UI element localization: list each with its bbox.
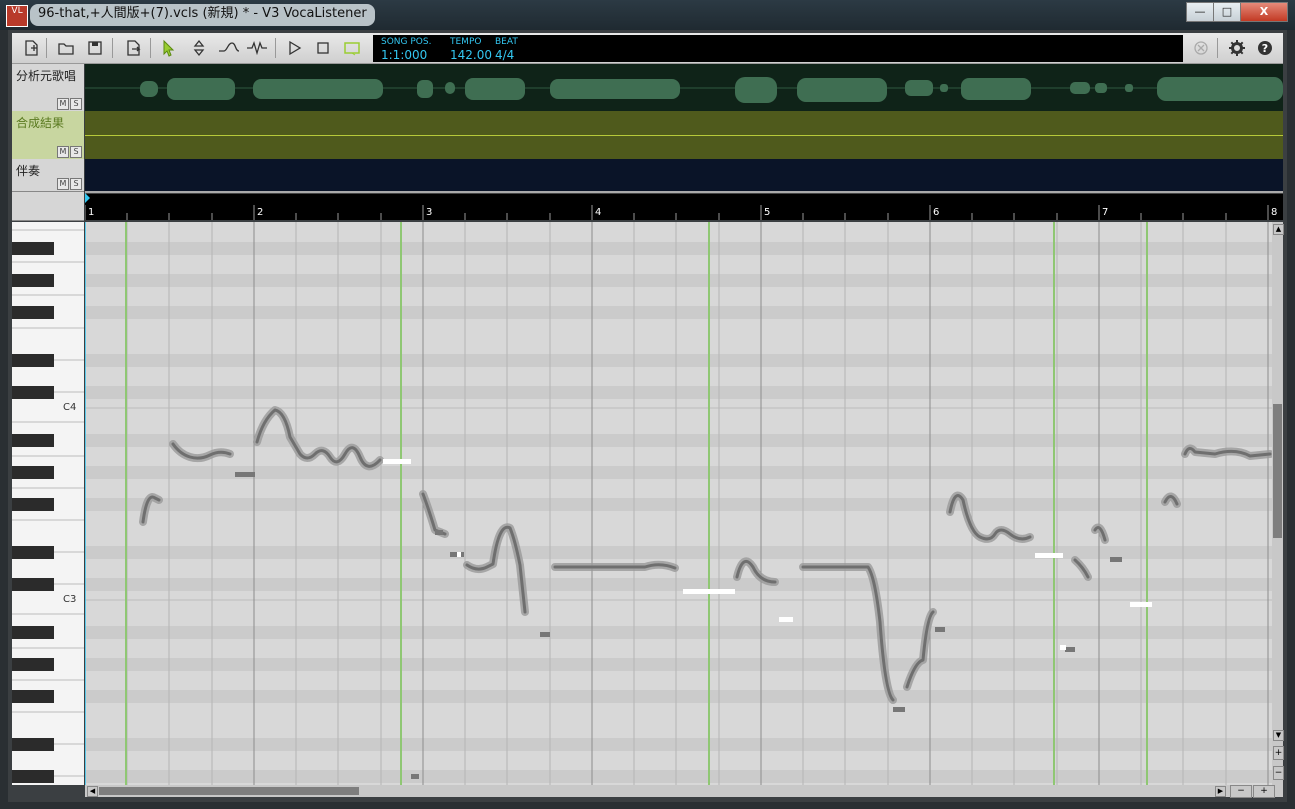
- track-header-analysis[interactable]: 分析元歌唱 M S: [12, 64, 84, 112]
- pitch-updown-icon: [193, 39, 205, 57]
- export-icon: [127, 40, 141, 56]
- maximize-icon: □: [1221, 5, 1233, 18]
- new-file-button[interactable]: [20, 38, 42, 58]
- app-logo-icon[interactable]: VL: [6, 5, 28, 27]
- toolbar-separator: [46, 38, 47, 58]
- track-lane-analysis[interactable]: [85, 64, 1283, 111]
- bar-number: 3: [426, 207, 433, 218]
- cancel-button[interactable]: [1190, 38, 1212, 58]
- tempo-label: TEMPO: [450, 37, 482, 47]
- track-lane-synthesis[interactable]: [85, 111, 1283, 159]
- toolbar-separator: [275, 38, 276, 58]
- bar-number: 2: [257, 207, 264, 218]
- horizontal-scroll-thumb[interactable]: [99, 787, 359, 795]
- stop-button[interactable]: [312, 38, 334, 58]
- bar-number: 6: [933, 207, 940, 218]
- tempo-value: 142.00: [450, 48, 492, 62]
- vibrato-icon: [247, 41, 267, 56]
- song-pos-label: SONG POS.: [381, 37, 432, 47]
- scroll-left-arrow-icon[interactable]: ◀: [87, 786, 98, 797]
- select-arrow-icon: [163, 39, 175, 57]
- note-label-c3: C3: [63, 594, 77, 605]
- open-folder-button[interactable]: [55, 38, 77, 58]
- gear-icon: [1229, 40, 1245, 56]
- toolbar-separator: [112, 38, 113, 58]
- piano-roll-canvas: [85, 222, 1272, 785]
- track-name: 伴奏: [16, 164, 41, 178]
- vertical-scrollbar[interactable]: ▲ ▼ + −: [1272, 222, 1284, 785]
- save-icon: [88, 41, 102, 55]
- toolbar-separator: [1217, 38, 1218, 58]
- curve-icon: [219, 42, 240, 52]
- mute-button[interactable]: M: [57, 178, 69, 190]
- scroll-up-arrow-icon[interactable]: ▲: [1273, 224, 1284, 235]
- solo-button[interactable]: S: [70, 178, 82, 190]
- cancel-circle-icon: [1194, 41, 1208, 55]
- toolbar-separator: [150, 38, 151, 58]
- song-pos-value: 1:1:000: [381, 48, 428, 62]
- stop-icon: [317, 42, 329, 54]
- bar-number: 1: [88, 207, 95, 218]
- bar-number: 7: [1102, 207, 1109, 218]
- help-button[interactable]: ?: [1254, 38, 1276, 58]
- timeline-ruler[interactable]: 1 2 3 4 5 6 7 8: [85, 193, 1283, 220]
- track-lane-accompaniment[interactable]: [85, 159, 1283, 193]
- select-tool-button[interactable]: [158, 38, 180, 58]
- app-icon-text: VL: [11, 6, 23, 16]
- beat-label: BEAT: [495, 37, 518, 47]
- help-icon: ?: [1258, 41, 1272, 55]
- curve-tool-button[interactable]: [218, 38, 240, 58]
- track-header-accompaniment[interactable]: 伴奏 M S: [12, 159, 84, 192]
- minimize-button[interactable]: —: [1186, 2, 1214, 22]
- scroll-down-arrow-icon[interactable]: ▼: [1273, 730, 1284, 741]
- loop-icon: [344, 42, 360, 56]
- scroll-right-arrow-icon[interactable]: ▶: [1215, 786, 1226, 797]
- track-name: 合成結果: [16, 116, 65, 130]
- solo-button[interactable]: S: [70, 98, 82, 110]
- horizontal-scrollbar[interactable]: ◀ ▶ − +: [85, 785, 1283, 798]
- ruler-header: [12, 192, 84, 221]
- open-folder-icon: [58, 43, 74, 55]
- maximize-button[interactable]: □: [1213, 2, 1241, 22]
- save-button[interactable]: [84, 38, 106, 58]
- export-button[interactable]: [122, 38, 144, 58]
- close-button[interactable]: X: [1240, 2, 1288, 22]
- mute-button[interactable]: M: [57, 146, 69, 158]
- bar-number: 8: [1271, 207, 1278, 218]
- play-button[interactable]: [283, 38, 305, 58]
- transport-display: SONG POS. 1:1:000 TEMPO 142.00 BEAT 4/4: [373, 35, 1183, 62]
- solo-button[interactable]: S: [70, 146, 82, 158]
- bar-number: 4: [595, 207, 602, 218]
- mute-button[interactable]: M: [57, 98, 69, 110]
- vibrato-tool-button[interactable]: [246, 38, 268, 58]
- track-header-synthesis[interactable]: 合成結果 M S: [12, 111, 84, 160]
- new-file-icon: [25, 40, 38, 56]
- waveform: [85, 77, 1283, 103]
- close-icon: X: [1259, 5, 1269, 18]
- piano-roll-editor[interactable]: [85, 222, 1272, 785]
- bar-number: 5: [764, 207, 771, 218]
- minimize-icon: —: [1194, 5, 1206, 18]
- settings-button[interactable]: [1226, 38, 1248, 58]
- track-name: 分析元歌唱: [16, 69, 77, 83]
- vertical-scroll-thumb[interactable]: [1273, 404, 1282, 538]
- zoom-out-horizontal-button[interactable]: −: [1230, 785, 1252, 798]
- piano-keys: [12, 222, 84, 785]
- svg-text:?: ?: [1262, 42, 1268, 55]
- zoom-in-horizontal-button[interactable]: +: [1253, 785, 1275, 798]
- window-title: 96-that,+人間版+(7).vcls (新規) * - V3 VocaLi…: [30, 4, 375, 26]
- play-icon: [289, 40, 302, 56]
- loop-button[interactable]: [341, 38, 363, 58]
- note-label-c4: C4: [63, 402, 77, 413]
- pitch-tool-button[interactable]: [188, 38, 210, 58]
- beat-value: 4/4: [495, 48, 515, 62]
- zoom-in-vertical-button[interactable]: +: [1273, 746, 1284, 760]
- piano-keyboard[interactable]: C4 C3: [12, 222, 84, 785]
- zoom-out-vertical-button[interactable]: −: [1273, 766, 1284, 780]
